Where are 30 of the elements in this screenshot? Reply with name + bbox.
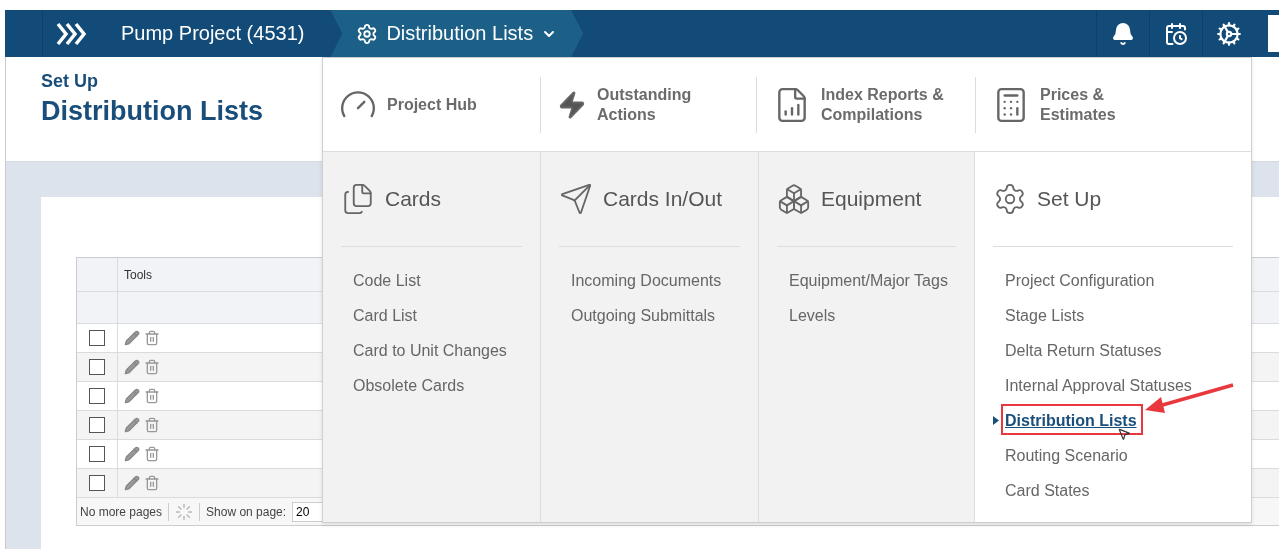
menu-link[interactable]: Card List bbox=[353, 306, 418, 325]
menu-link[interactable]: Obsolete Cards bbox=[353, 376, 465, 395]
menu-link[interactable]: Delta Return Statuses bbox=[1005, 341, 1162, 360]
section-title: Cards bbox=[385, 187, 442, 211]
menu-link[interactable]: Card States bbox=[1005, 481, 1090, 500]
menu-shortcut[interactable]: Index Reports & Compilations bbox=[756, 76, 975, 133]
menu-link[interactable]: Outgoing Submittals bbox=[571, 306, 716, 325]
menu-shortcut[interactable]: Project Hub bbox=[323, 76, 540, 133]
menu-link[interactable]: Equipment/Major Tags bbox=[789, 271, 948, 290]
section-title: Set Up bbox=[1037, 187, 1102, 211]
menu-shortcut[interactable]: Outstanding Actions bbox=[540, 76, 756, 133]
menu-shortcut[interactable]: Prices & Estimates bbox=[975, 76, 1251, 133]
pager-status: No more pages bbox=[80, 504, 163, 519]
menu-link[interactable]: Stage Lists bbox=[1005, 306, 1085, 325]
section-title: Cards In/Out bbox=[603, 187, 723, 211]
page-size-label: Show on page: bbox=[206, 504, 287, 519]
menu-link[interactable]: Incoming Documents bbox=[571, 271, 722, 290]
menu-link[interactable]: Levels bbox=[789, 306, 836, 325]
menu-link[interactable]: Routing Scenario bbox=[1005, 446, 1128, 465]
menu-link[interactable]: Card to Unit Changes bbox=[353, 341, 507, 360]
section-title: Equipment bbox=[821, 187, 922, 211]
page-subtitle: Set Up bbox=[41, 71, 98, 92]
page-title: Distribution Lists bbox=[41, 96, 263, 127]
menu-link[interactable]: Code List bbox=[353, 271, 421, 290]
menu-link[interactable]: Project Configuration bbox=[1005, 271, 1155, 290]
breadcrumb[interactable]: Distribution Lists bbox=[330, 10, 584, 57]
menu-link[interactable]: Internal Approval Statuses bbox=[1005, 376, 1192, 395]
breadcrumb[interactable]: Pump Project (4531) bbox=[101, 10, 331, 57]
menu-link[interactable]: Distribution Lists bbox=[1005, 411, 1137, 430]
column-header: Tools bbox=[124, 267, 152, 282]
